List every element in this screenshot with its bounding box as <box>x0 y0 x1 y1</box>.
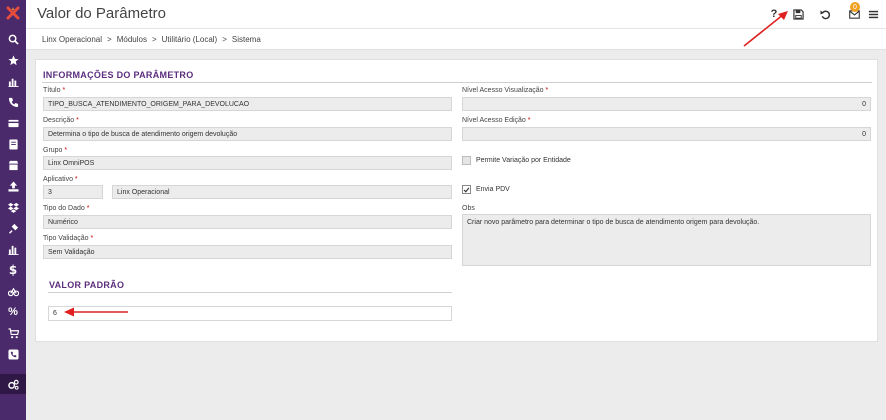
titulo-label: Título * <box>43 87 66 94</box>
titulo-field[interactable]: TIPO_BUSCA_ATENDIMENTO_ORIGEM_PARA_DEVOL… <box>43 97 452 111</box>
bar-chart-icon[interactable] <box>0 71 26 91</box>
tipo-dado-field[interactable]: Numérico <box>43 215 452 229</box>
aplicativo-code-field[interactable]: 3 <box>43 185 103 199</box>
page-title: Valor do Parâmetro <box>37 5 166 22</box>
undo-icon[interactable] <box>817 6 833 22</box>
annotation-arrow-save <box>743 11 788 47</box>
mail-badge: 0 <box>850 2 860 12</box>
tipo-validacao-label: Tipo Validação * <box>43 235 94 242</box>
check-icon <box>463 187 470 193</box>
aplicativo-name-field[interactable]: Linx Operacional <box>112 185 452 199</box>
breadcrumb-separator: > <box>151 34 157 44</box>
nivel-visualizacao-field[interactable]: 0 <box>462 97 871 111</box>
store-icon[interactable] <box>0 155 26 175</box>
save-icon[interactable] <box>790 6 806 22</box>
bicycle-icon[interactable] <box>0 281 26 301</box>
breadcrumb-separator: > <box>107 34 112 44</box>
envia-pdv-label: Envia PDV <box>476 186 510 193</box>
tipo-dado-label: Tipo do Dado * <box>43 205 90 212</box>
grupo-field[interactable]: Linx OmniPOS <box>43 156 452 170</box>
card-icon[interactable] <box>0 113 26 133</box>
document-icon[interactable] <box>0 134 26 154</box>
cart-icon[interactable] <box>0 323 26 343</box>
parameter-card: INFORMAÇÕES DO PARÂMETRO Título * TIPO_B… <box>35 59 878 342</box>
nivel-edicao-label: Nível Acesso Edição * <box>462 117 531 124</box>
descricao-field[interactable]: Determina o tipo de busca de atendimento… <box>43 127 452 141</box>
upload-icon[interactable] <box>0 176 26 196</box>
gears-icon[interactable] <box>0 374 26 394</box>
tipo-validacao-field[interactable]: Sem Validação <box>43 245 452 259</box>
section-title-info: INFORMAÇÕES DO PARÂMETRO <box>43 70 194 80</box>
plug-icon[interactable] <box>0 218 26 238</box>
breadcrumb-item-linx-operacional[interactable]: Linx Operacional <box>42 35 102 44</box>
dropbox-icon[interactable] <box>0 197 26 217</box>
breadcrumb-item-modulos[interactable]: Módulos <box>117 35 147 44</box>
breadcrumb-separator: > <box>222 34 227 44</box>
search-icon[interactable] <box>0 29 26 49</box>
linx-logo-icon[interactable] <box>0 0 26 26</box>
annotation-arrow-default-value <box>64 307 128 317</box>
phone-box-icon[interactable] <box>0 344 26 364</box>
obs-label: Obs <box>462 205 475 212</box>
menu-icon[interactable] <box>865 6 881 22</box>
star-icon[interactable] <box>0 50 26 70</box>
permite-variacao-checkbox[interactable] <box>462 156 471 165</box>
nivel-visualizacao-label: Nível Acesso Visualização * <box>462 87 549 94</box>
breadcrumb-item-utilitario[interactable]: Utilitário (Local) <box>162 35 218 44</box>
aplicativo-label: Aplicativo * <box>43 176 78 183</box>
grupo-label: Grupo * <box>43 147 68 154</box>
dollar-icon[interactable]: $ <box>0 260 26 280</box>
envia-pdv-checkbox[interactable] <box>462 185 471 194</box>
section-divider <box>42 82 872 83</box>
sidebar: $ % <box>0 0 26 420</box>
permite-variacao-label: Permite Variação por Entidade <box>476 157 571 164</box>
descricao-label: Descrição * <box>43 117 79 124</box>
section-title-default: VALOR PADRÃO <box>49 280 125 290</box>
nivel-edicao-field[interactable]: 0 <box>462 127 871 141</box>
bar-chart-icon[interactable] <box>0 239 26 259</box>
obs-textarea[interactable]: Criar novo parâmetro para determinar o t… <box>462 214 871 266</box>
section-divider <box>48 292 452 293</box>
breadcrumb-item-sistema: Sistema <box>231 34 261 44</box>
percent-icon[interactable]: % <box>0 302 26 322</box>
phone-icon[interactable] <box>0 92 26 112</box>
